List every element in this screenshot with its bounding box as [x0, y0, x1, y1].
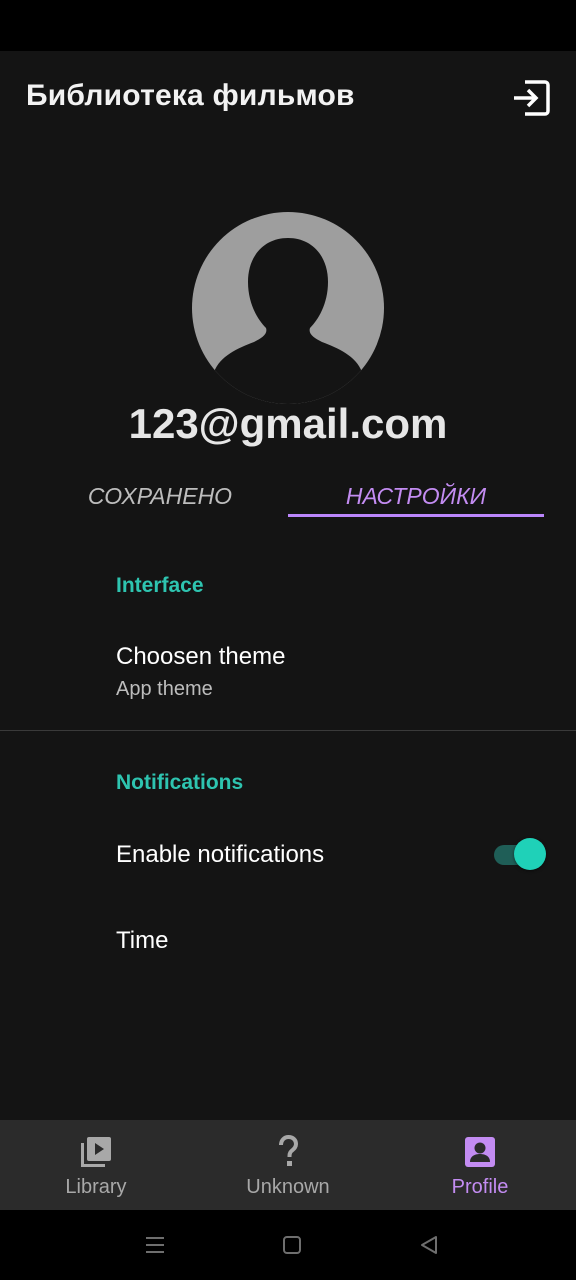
- nav-label-profile: Profile: [451, 1176, 509, 1198]
- tab-saved[interactable]: СОХРАНЕНО: [32, 470, 288, 518]
- logout-button[interactable]: [508, 75, 554, 121]
- home-square-icon: [283, 1236, 301, 1254]
- avatar: [192, 212, 384, 404]
- notifications-section-header: Notifications: [116, 771, 244, 794]
- account-box-icon: [465, 1137, 495, 1167]
- enable-notifications-switch[interactable]: [492, 838, 546, 870]
- menu-icon: [146, 1237, 164, 1253]
- person-silhouette-icon: [214, 238, 362, 404]
- nav-item-unknown[interactable]: Unknown: [192, 1120, 384, 1210]
- nav-label-library: Library: [65, 1176, 127, 1198]
- video-library-icon-wrap: [78, 1134, 114, 1170]
- video-library-icon: [81, 1137, 111, 1167]
- account-box-icon-wrap: [462, 1134, 498, 1170]
- app-bar: Библиотека фильмов: [0, 51, 576, 145]
- profile-email: 123@gmail.com: [128, 400, 448, 447]
- tab-settings[interactable]: НАСТРОЙКИ: [288, 470, 544, 518]
- nav-label-unknown: Unknown: [246, 1176, 330, 1198]
- question-mark-icon: [279, 1134, 299, 1166]
- interface-section-header: Interface: [116, 574, 204, 597]
- theme-preference-title: Choosen theme: [116, 643, 286, 670]
- recent-apps-button[interactable]: [140, 1230, 170, 1260]
- time-preference[interactable]: Time: [116, 927, 168, 955]
- back-button[interactable]: [414, 1230, 444, 1260]
- nav-item-profile[interactable]: Profile: [384, 1120, 576, 1210]
- back-triangle-icon: [421, 1236, 437, 1254]
- section-divider: [0, 730, 576, 731]
- nav-item-library[interactable]: Library: [0, 1120, 192, 1210]
- profile-tabs: СОХРАНЕНО НАСТРОЙКИ: [32, 470, 544, 518]
- status-bar: [0, 0, 576, 51]
- switch-thumb: [514, 838, 546, 870]
- app-title: Библиотека фильмов: [26, 79, 355, 112]
- tab-indicator: [288, 514, 544, 517]
- bottom-navigation: Library Unknown Profile: [0, 1120, 576, 1210]
- home-button[interactable]: [277, 1230, 307, 1260]
- enable-notifications-title: Enable notifications: [116, 841, 325, 868]
- question-mark-icon-wrap: [270, 1134, 306, 1170]
- system-navigation-bar: [0, 1210, 576, 1280]
- logout-icon: [514, 80, 550, 116]
- theme-preference-summary: App theme: [116, 678, 213, 700]
